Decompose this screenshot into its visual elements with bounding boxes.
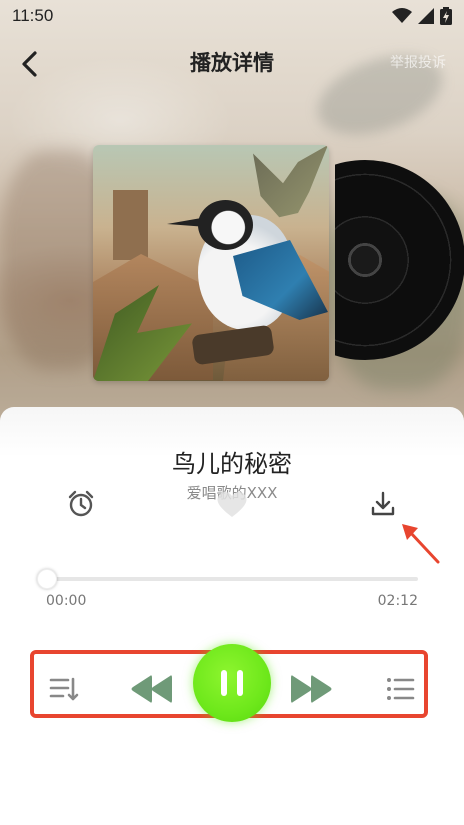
playlist-button[interactable] xyxy=(384,673,416,705)
progress-track[interactable] xyxy=(47,577,418,581)
report-link[interactable]: 举报投诉 xyxy=(390,52,446,72)
song-title: 鸟儿的秘密 xyxy=(172,450,292,478)
previous-button[interactable] xyxy=(128,672,174,706)
download-button[interactable] xyxy=(368,489,398,519)
progress-thumb[interactable] xyxy=(37,569,57,589)
playlist-icon xyxy=(387,678,415,700)
header: 播放详情 举报投诉 xyxy=(0,36,464,88)
next-button[interactable] xyxy=(289,672,335,706)
art-tower xyxy=(113,190,148,260)
status-bar: 11:50 xyxy=(0,0,464,32)
heart-icon xyxy=(217,491,247,517)
total-time: 02:12 xyxy=(377,593,418,609)
fast-forward-icon xyxy=(291,675,332,703)
current-time: 00:00 xyxy=(46,593,87,609)
annotation-arrow xyxy=(402,524,440,564)
status-icons xyxy=(392,7,452,25)
art-bird-beak xyxy=(167,217,207,227)
rewind-icon xyxy=(131,675,172,703)
back-button[interactable] xyxy=(14,48,46,80)
alarm-button[interactable] xyxy=(66,489,96,519)
wifi-icon xyxy=(392,8,412,23)
album-cover xyxy=(93,145,329,381)
status-time: 11:50 xyxy=(12,6,54,25)
queue-order-icon xyxy=(49,677,79,701)
page-title: 播放详情 xyxy=(190,51,274,75)
chevron-left-icon xyxy=(22,51,37,77)
alarm-clock-icon xyxy=(68,490,94,517)
pause-button[interactable] xyxy=(193,644,271,722)
download-icon xyxy=(371,491,395,516)
pause-icon xyxy=(221,670,243,696)
battery-icon xyxy=(440,7,452,25)
signal-icon xyxy=(418,8,434,24)
like-button[interactable] xyxy=(216,490,248,518)
play-order-button[interactable] xyxy=(48,673,80,705)
